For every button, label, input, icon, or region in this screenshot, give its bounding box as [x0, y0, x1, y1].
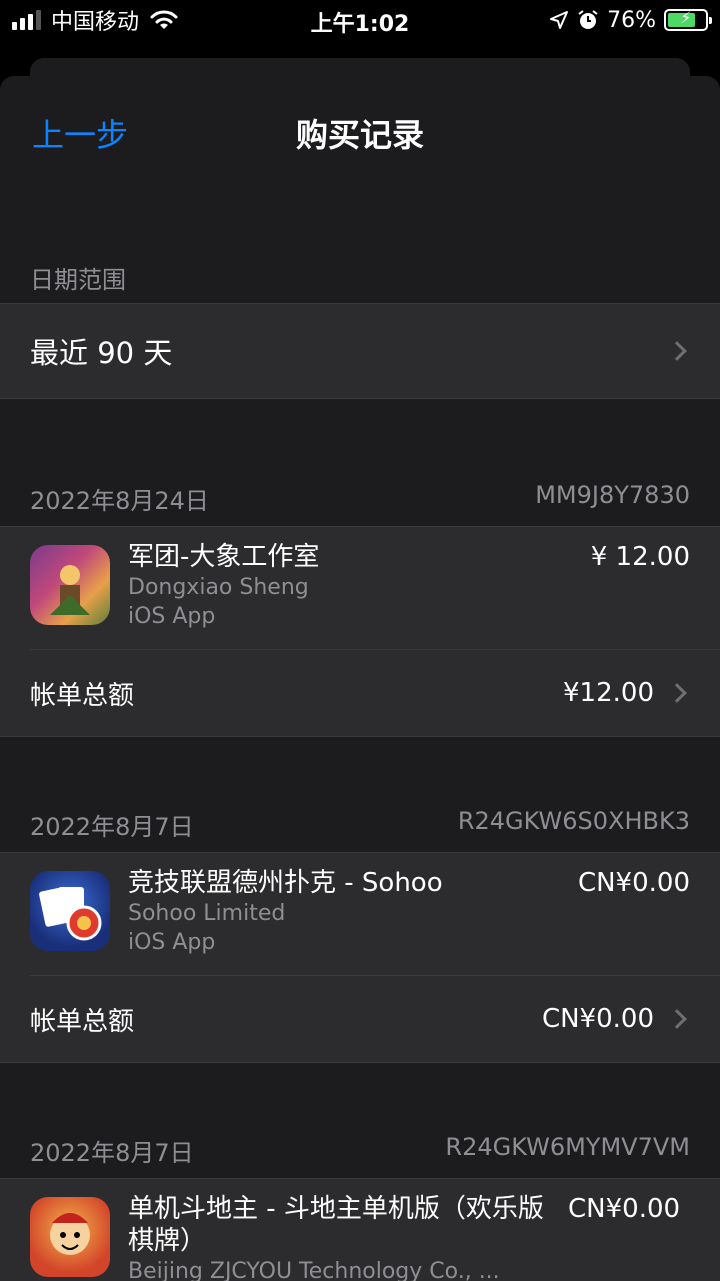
location-icon: [550, 11, 569, 29]
item-title: 军团-大象工作室: [128, 542, 320, 572]
purchase-date-header: 2022年8月7日 R24GKW6MYMV7VM: [0, 1133, 720, 1168]
item-type: iOS App: [128, 604, 216, 629]
item-type: iOS App: [128, 930, 216, 955]
item-developer: Dongxiao Sheng: [128, 575, 309, 600]
item-price: CN¥0.00: [577, 868, 690, 898]
battery-icon: ⚡: [664, 9, 712, 31]
purchase-item[interactable]: 单机斗地主 - 斗地主单机版（欢乐版棋牌） Beijing ZJCYOU Tec…: [0, 1179, 720, 1281]
item-price: CN¥0.00: [568, 1194, 681, 1224]
order-id: R24GKW6MYMV7VM: [445, 1133, 690, 1161]
legion-app-icon: [30, 545, 110, 625]
purchase-group: 军团-大象工作室 Dongxiao Sheng iOS App ¥ 12.00 …: [0, 526, 720, 737]
purchase-date-header: 2022年8月7日 R24GKW6S0XHBK3: [0, 807, 720, 842]
chevron-right-icon: [667, 1009, 687, 1029]
item-developer: Sohoo Limited: [128, 901, 286, 926]
date-range-row[interactable]: 最近 90 天: [0, 304, 720, 398]
navigation-bar: 上一步 购买记录: [0, 76, 720, 186]
purchase-date: 2022年8月7日: [30, 813, 194, 841]
battery-percent: 76%: [607, 7, 656, 33]
bill-total-value: CN¥0.00: [541, 1004, 654, 1034]
date-range-header: 日期范围: [30, 266, 126, 294]
bill-total-label: 帐单总额: [30, 680, 135, 711]
item-title: 竞技联盟德州扑克 - Sohoo: [128, 868, 443, 898]
purchase-date: 2022年8月24日: [30, 487, 209, 515]
page-title: 购买记录: [295, 116, 424, 154]
purchase-date: 2022年8月7日: [30, 1139, 194, 1167]
purchase-history-sheet: 上一步 购买记录 日期范围 最近 90 天 2022年8月24日 MM9J8Y7…: [0, 76, 720, 1281]
purchase-date-header: 2022年8月24日 MM9J8Y7830: [0, 481, 720, 516]
bill-total-row[interactable]: 帐单总额 ¥12.00: [0, 650, 720, 736]
date-range-group: 最近 90 天: [0, 303, 720, 399]
date-range-value: 最近 90 天: [30, 336, 173, 370]
alarm-icon: [578, 10, 598, 29]
purchase-item[interactable]: 军团-大象工作室 Dongxiao Sheng iOS App ¥ 12.00: [0, 527, 720, 649]
status-bar: 中国移动 上午1:02 76% ⚡: [0, 0, 720, 40]
chevron-right-icon: [667, 341, 687, 361]
purchase-group: 单机斗地主 - 斗地主单机版（欢乐版棋牌） Beijing ZJCYOU Tec…: [0, 1178, 720, 1281]
item-developer: Beijing ZJCYOU Technology Co., ...: [128, 1259, 500, 1281]
bill-total-row[interactable]: 帐单总额 CN¥0.00: [0, 976, 720, 1062]
chevron-right-icon: [667, 683, 687, 703]
purchase-group: 竞技联盟德州扑克 - Sohoo Sohoo Limited iOS App C…: [0, 852, 720, 1063]
order-id: R24GKW6S0XHBK3: [457, 807, 690, 835]
poker-app-icon: [30, 871, 110, 951]
doudizhu-app-icon: [30, 1197, 110, 1277]
item-price: ¥ 12.00: [590, 542, 690, 572]
bill-total-label: 帐单总额: [30, 1006, 135, 1037]
item-title: 单机斗地主 - 斗地主单机版（欢乐版棋牌）: [128, 1194, 544, 1256]
bill-total-value: ¥12.00: [563, 678, 654, 708]
order-id: MM9J8Y7830: [535, 481, 690, 509]
purchase-item[interactable]: 竞技联盟德州扑克 - Sohoo Sohoo Limited iOS App C…: [0, 853, 720, 975]
